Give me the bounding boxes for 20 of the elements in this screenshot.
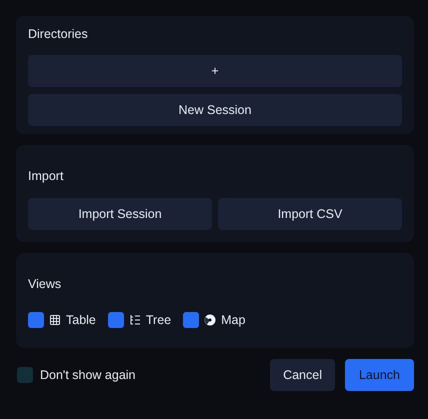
checkbox[interactable] bbox=[108, 312, 124, 328]
grid-icon bbox=[49, 314, 61, 326]
action-button[interactable]: + bbox=[28, 55, 402, 87]
view-label: Table bbox=[66, 313, 96, 327]
checkbox[interactable] bbox=[28, 312, 44, 328]
action-button[interactable]: Import CSV bbox=[218, 198, 402, 230]
section-title: Import bbox=[28, 168, 64, 184]
checkbox[interactable] bbox=[183, 312, 200, 328]
cancel-button[interactable]: Cancel bbox=[270, 359, 335, 391]
action-button[interactable]: New Session bbox=[28, 94, 402, 126]
section-title: Directories bbox=[28, 26, 89, 42]
action-button[interactable]: Import Session bbox=[28, 198, 212, 230]
section-title: Views bbox=[28, 276, 62, 292]
launch-button[interactable]: Launch bbox=[344, 359, 414, 391]
view-label: Tree bbox=[146, 313, 172, 327]
view-label: Map bbox=[221, 313, 246, 327]
disc-icon bbox=[204, 314, 216, 326]
checkbox-label: Don't show again bbox=[40, 368, 136, 382]
checkbox[interactable] bbox=[17, 367, 33, 383]
tree-list-icon bbox=[128, 314, 141, 326]
